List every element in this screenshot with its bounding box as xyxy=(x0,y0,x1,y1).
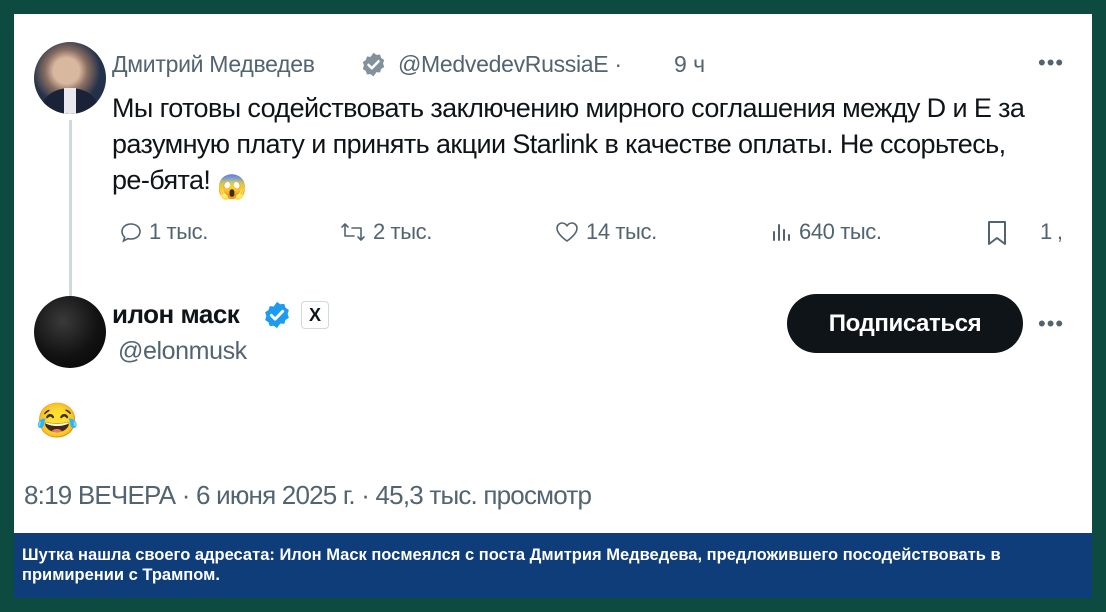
elon-musk-avatar[interactable] xyxy=(34,296,106,368)
x-affiliate-badge-icon: X xyxy=(301,301,329,329)
views-action[interactable]: 640 тыс. xyxy=(769,219,882,245)
bookmark-action[interactable] xyxy=(984,219,1016,247)
tweet-author-handle[interactable]: @MedvedevRussiaE · xyxy=(398,51,622,78)
heart-icon xyxy=(556,222,578,242)
tweet-actions-bar: 1 тыс. 2 тыс. 14 тыс. 640 тыс. 1, xyxy=(14,219,1092,259)
views-chart-icon xyxy=(773,224,790,241)
more-options-icon[interactable]: ••• xyxy=(1038,50,1064,76)
retweet-count: 2 тыс. xyxy=(373,219,432,244)
like-count: 14 тыс. xyxy=(586,219,657,244)
verified-blue-icon xyxy=(265,301,289,329)
scream-emoji-icon: 😱 xyxy=(217,173,247,201)
laughing-emoji-icon: 😂 xyxy=(36,402,79,440)
bookmark-icon xyxy=(988,221,1006,245)
follow-button[interactable]: Подписаться xyxy=(787,294,1023,353)
tweet-author-name[interactable]: Дмитрий Медведев xyxy=(112,51,315,78)
reply-meta: 8:19 ВЕЧЕРА · 6 июня 2025 г. · 45,3 тыс.… xyxy=(24,480,592,510)
medvedev-avatar[interactable] xyxy=(34,42,106,114)
like-action[interactable]: 14 тыс. xyxy=(554,219,657,245)
reply-count: 1 тыс. xyxy=(149,219,208,244)
retweet-action[interactable]: 2 тыс. xyxy=(339,219,432,245)
tweet-text: Мы готовы содействовать заключению мирно… xyxy=(112,90,1042,201)
retweet-icon xyxy=(341,223,365,241)
reply-icon xyxy=(121,223,141,243)
verified-grey-icon xyxy=(362,52,385,77)
reply-action[interactable]: 1 тыс. xyxy=(119,219,208,245)
more-options-icon[interactable]: ••• xyxy=(1038,311,1064,337)
news-caption: Шутка нашла своего адресата: Илон Маск п… xyxy=(14,533,1092,598)
share-action[interactable]: 1, xyxy=(1040,219,1063,245)
reply-author-handle[interactable]: @elonmusk xyxy=(118,337,247,366)
reply-author-name[interactable]: илон маск xyxy=(112,299,240,330)
views-count: 640 тыс. xyxy=(799,219,882,244)
share-count: 1 xyxy=(1040,219,1052,244)
tweet-card: Дмитрий Медведев @MedvedevRussiaE · 9 ч … xyxy=(14,14,1092,533)
thread-line xyxy=(69,120,72,300)
tweet-time[interactable]: 9 ч xyxy=(674,51,705,78)
